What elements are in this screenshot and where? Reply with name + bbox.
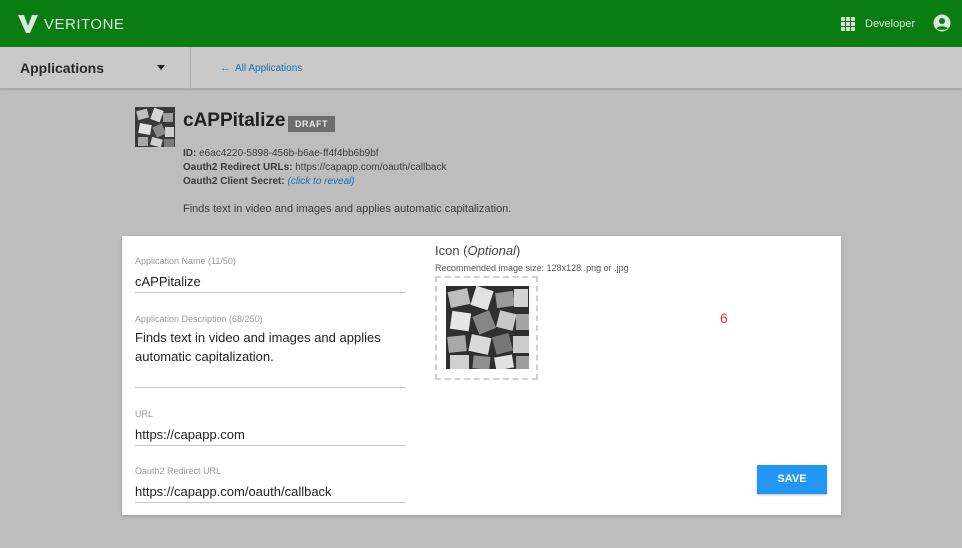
application-description-textarea[interactable]: Finds text in video and images and appli… bbox=[135, 328, 406, 366]
all-applications-label: All Applications bbox=[235, 62, 303, 74]
client-secret-label: Oauth2 Client Secret: bbox=[183, 176, 285, 187]
redirect-urls-row: Oauth2 Redirect URLs: https://capapp.com… bbox=[183, 162, 446, 173]
client-secret-row: Oauth2 Client Secret: (click to reveal) bbox=[183, 176, 355, 187]
app-icon-image bbox=[446, 286, 529, 369]
redirect-url-label: Oauth2 Redirect URL bbox=[135, 466, 222, 476]
edit-application-card: Application Name (11/50) cAPPitalize App… bbox=[122, 236, 841, 515]
icon-upload-dropzone[interactable] bbox=[435, 276, 538, 380]
redirect-urls-value: https://capapp.com/oauth/callback bbox=[295, 162, 447, 173]
brand-name: VERITONE bbox=[44, 15, 125, 33]
arrow-left-icon: ← bbox=[220, 62, 231, 74]
status-badge: DRAFT bbox=[288, 116, 335, 132]
redirect-url-underline bbox=[135, 502, 406, 503]
veritone-logo[interactable]: VERITONE bbox=[18, 14, 124, 34]
url-underline bbox=[135, 445, 406, 446]
application-description-underline bbox=[135, 387, 406, 388]
app-id-value: e6ac4220-5898-456b-b6ae-ff4f4bb6b9bf bbox=[199, 148, 379, 159]
app-thumbnail bbox=[135, 107, 175, 147]
icon-heading: Icon (Optional) bbox=[435, 243, 521, 258]
application-name-label: Application Name (11/50) bbox=[135, 256, 236, 266]
veritone-v-icon bbox=[18, 15, 38, 33]
application-description-label: Application Description (68/250) bbox=[135, 314, 263, 324]
app-id-row: ID: e6ac4220-5898-456b-b6ae-ff4f4bb6b9bf bbox=[183, 148, 379, 159]
top-app-bar: VERITONE Developer bbox=[0, 0, 962, 47]
icon-size-hint: Recommended image size: 128x128 .png or … bbox=[435, 263, 629, 273]
account-circle-icon[interactable] bbox=[933, 14, 951, 32]
counter-label: 6 bbox=[720, 310, 728, 326]
user-label[interactable]: Developer bbox=[865, 18, 915, 30]
app-id-label: ID: bbox=[183, 148, 197, 159]
app-title: cAPPitalize bbox=[183, 110, 286, 131]
redirect-urls-label: Oauth2 Redirect URLs: bbox=[183, 162, 293, 173]
caret-down-icon bbox=[157, 65, 165, 70]
all-applications-link[interactable]: ← All Applications bbox=[220, 62, 302, 74]
app-description: Finds text in video and images and appli… bbox=[183, 203, 512, 215]
application-name-underline bbox=[135, 292, 406, 293]
reveal-secret-link[interactable]: (click to reveal) bbox=[287, 176, 354, 187]
save-button[interactable]: SAVE bbox=[757, 465, 827, 494]
applications-dropdown-label: Applications bbox=[20, 60, 105, 76]
url-input[interactable]: https://capapp.com bbox=[135, 425, 406, 444]
sub-navigation-bar: Applications ← All Applications bbox=[0, 47, 962, 89]
applications-dropdown[interactable]: Applications bbox=[0, 47, 191, 89]
application-name-input[interactable]: cAPPitalize bbox=[135, 272, 406, 291]
url-label: URL bbox=[135, 409, 154, 419]
grid-icon[interactable] bbox=[841, 17, 855, 31]
redirect-url-input[interactable]: https://capapp.com/oauth/callback bbox=[135, 482, 406, 501]
